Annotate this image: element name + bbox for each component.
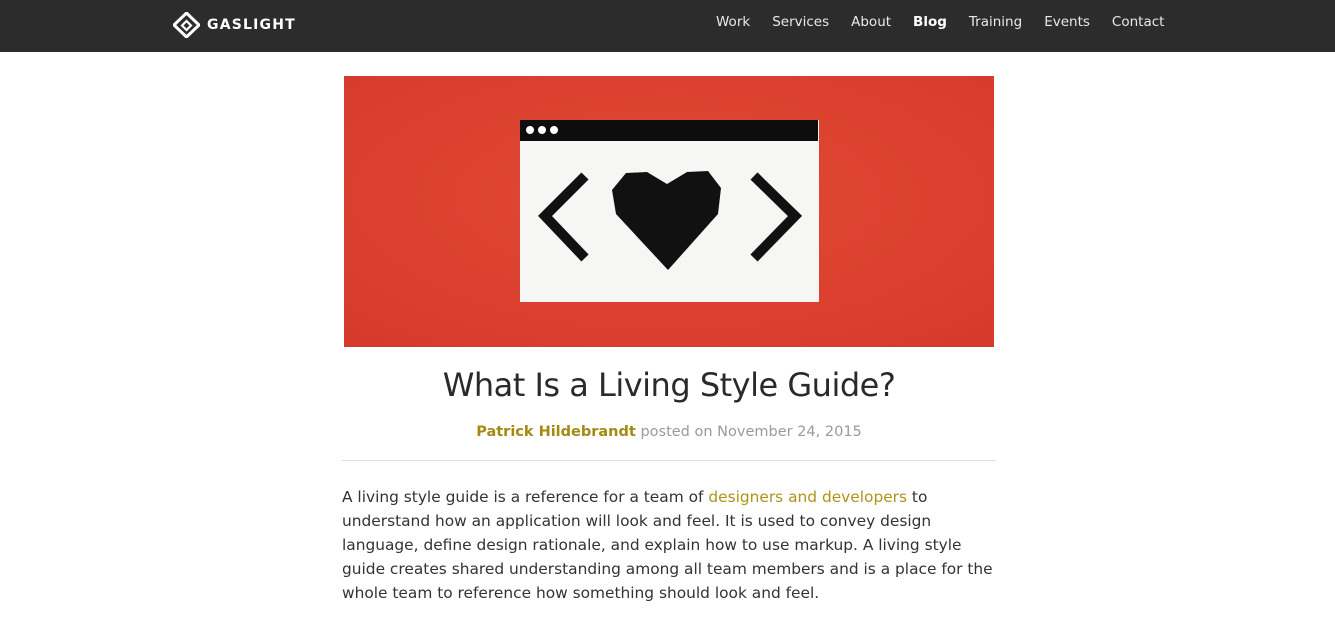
nav-contact[interactable]: Contact: [1112, 14, 1165, 30]
main-nav: Work Services About Blog Training Events…: [705, 0, 1175, 44]
author-link[interactable]: Patrick Hildebrandt: [476, 424, 636, 440]
nav-blog[interactable]: Blog: [913, 14, 947, 30]
designers-developers-link[interactable]: designers and developers: [708, 488, 907, 506]
post-intro: A living style guide is a reference for …: [342, 485, 1002, 605]
post-byline: Patrick Hildebrandt posted on November 2…: [342, 424, 996, 440]
posted-date: posted on November 24, 2015: [640, 424, 862, 440]
nav-services[interactable]: Services: [772, 14, 829, 30]
divider: [342, 460, 996, 461]
brand-logo[interactable]: GASLIGHT: [173, 12, 296, 38]
hero-art: [344, 76, 994, 347]
post-title: What Is a Living Style Guide?: [442, 366, 896, 404]
nav-events[interactable]: Events: [1044, 14, 1090, 30]
gaslight-diamond-icon: [173, 12, 200, 38]
brand-name: GASLIGHT: [207, 17, 296, 33]
intro-text-before: A living style guide is a reference for …: [342, 488, 709, 506]
nav-training[interactable]: Training: [969, 14, 1022, 30]
nav-about[interactable]: About: [851, 14, 891, 30]
site-header: GASLIGHT Work Services About Blog Traini…: [0, 0, 1335, 52]
hero-illustration: [344, 76, 994, 347]
nav-work[interactable]: Work: [716, 14, 750, 30]
